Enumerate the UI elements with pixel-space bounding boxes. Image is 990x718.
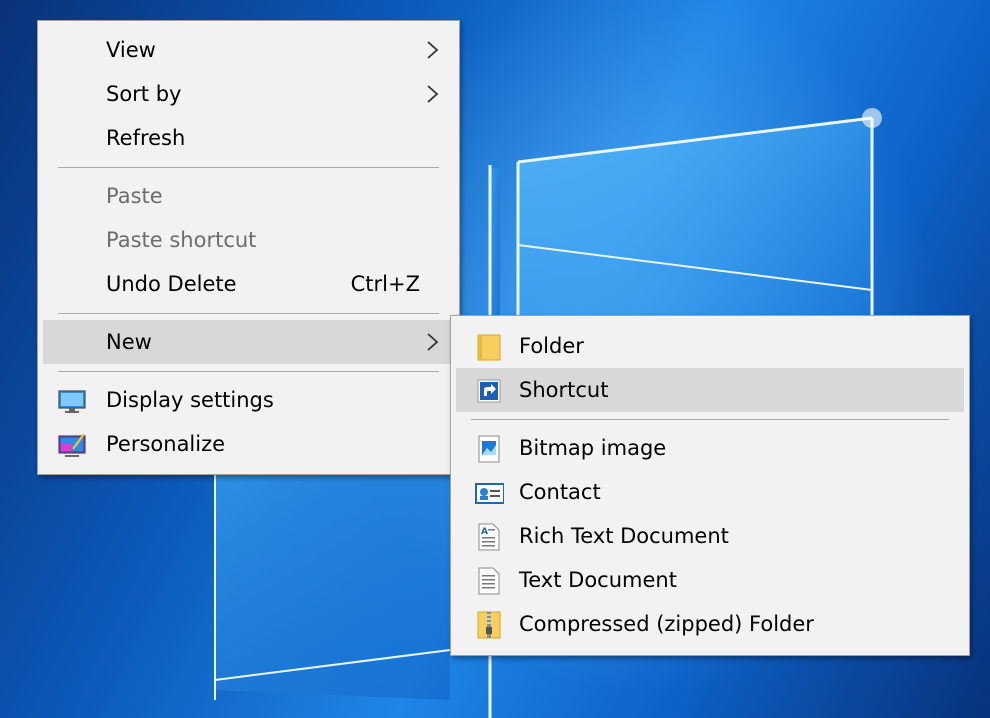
submenu-item-bitmap-image[interactable]: Bitmap image	[456, 426, 964, 470]
shortcut-icon	[477, 379, 501, 403]
menu-item-display-settings[interactable]: Display settings	[43, 378, 454, 422]
submenu-item-label: Shortcut	[519, 378, 609, 402]
submenu-item-label: Text Document	[519, 568, 677, 592]
menu-item-label: Undo Delete	[106, 272, 237, 296]
menu-separator	[58, 313, 439, 314]
menu-item-label: Display settings	[106, 388, 274, 412]
menu-item-label: Paste	[106, 184, 163, 208]
personalize-icon	[58, 433, 86, 457]
submenu-item-label: Contact	[519, 480, 601, 504]
menu-item-view[interactable]: View	[43, 28, 454, 72]
text-document-icon	[478, 567, 500, 595]
menu-item-paste: Paste	[43, 174, 454, 218]
bitmap-image-icon	[478, 435, 500, 463]
submenu-item-label: Rich Text Document	[519, 524, 729, 548]
submenu-item-label: Bitmap image	[519, 436, 667, 460]
keyboard-shortcut: Ctrl+Z	[350, 272, 420, 296]
menu-item-label: View	[106, 38, 156, 62]
menu-item-label: New	[106, 330, 152, 354]
submenu-item-compressed-folder[interactable]: Compressed (zipped) Folder	[456, 602, 964, 646]
svg-text:A: A	[481, 527, 488, 537]
new-submenu: Folder Shortcut Bitmap image Contact A R…	[450, 315, 970, 656]
zip-folder-icon	[477, 611, 501, 639]
folder-icon	[477, 334, 501, 361]
menu-item-new[interactable]: New	[43, 320, 454, 364]
submenu-item-label: Compressed (zipped) Folder	[519, 612, 814, 636]
submenu-item-contact[interactable]: Contact	[456, 470, 964, 514]
submenu-item-rich-text-document[interactable]: A Rich Text Document	[456, 514, 964, 558]
menu-separator	[58, 167, 439, 168]
submenu-item-shortcut[interactable]: Shortcut	[456, 368, 964, 412]
menu-item-sort-by[interactable]: Sort by	[43, 72, 454, 116]
submenu-item-label: Folder	[519, 334, 584, 358]
menu-separator	[471, 419, 949, 420]
rich-text-document-icon: A	[478, 523, 500, 551]
submenu-item-folder[interactable]: Folder	[456, 324, 964, 368]
display-settings-icon	[58, 390, 86, 413]
menu-separator	[58, 371, 439, 372]
chevron-right-icon	[427, 333, 439, 351]
contact-icon	[475, 483, 504, 504]
menu-item-paste-shortcut: Paste shortcut	[43, 218, 454, 262]
menu-item-label: Sort by	[106, 82, 182, 106]
chevron-right-icon	[427, 41, 439, 59]
menu-item-label: Personalize	[106, 432, 226, 456]
menu-item-personalize[interactable]: Personalize	[43, 422, 454, 466]
menu-item-label: Paste shortcut	[106, 228, 257, 252]
menu-item-undo-delete[interactable]: Undo Delete Ctrl+Z	[43, 262, 454, 306]
chevron-right-icon	[427, 85, 439, 103]
submenu-item-text-document[interactable]: Text Document	[456, 558, 964, 602]
desktop-context-menu: View Sort by Refresh Paste Paste shortcu…	[37, 20, 460, 475]
menu-item-label: Refresh	[106, 126, 186, 150]
menu-item-refresh[interactable]: Refresh	[43, 116, 454, 160]
